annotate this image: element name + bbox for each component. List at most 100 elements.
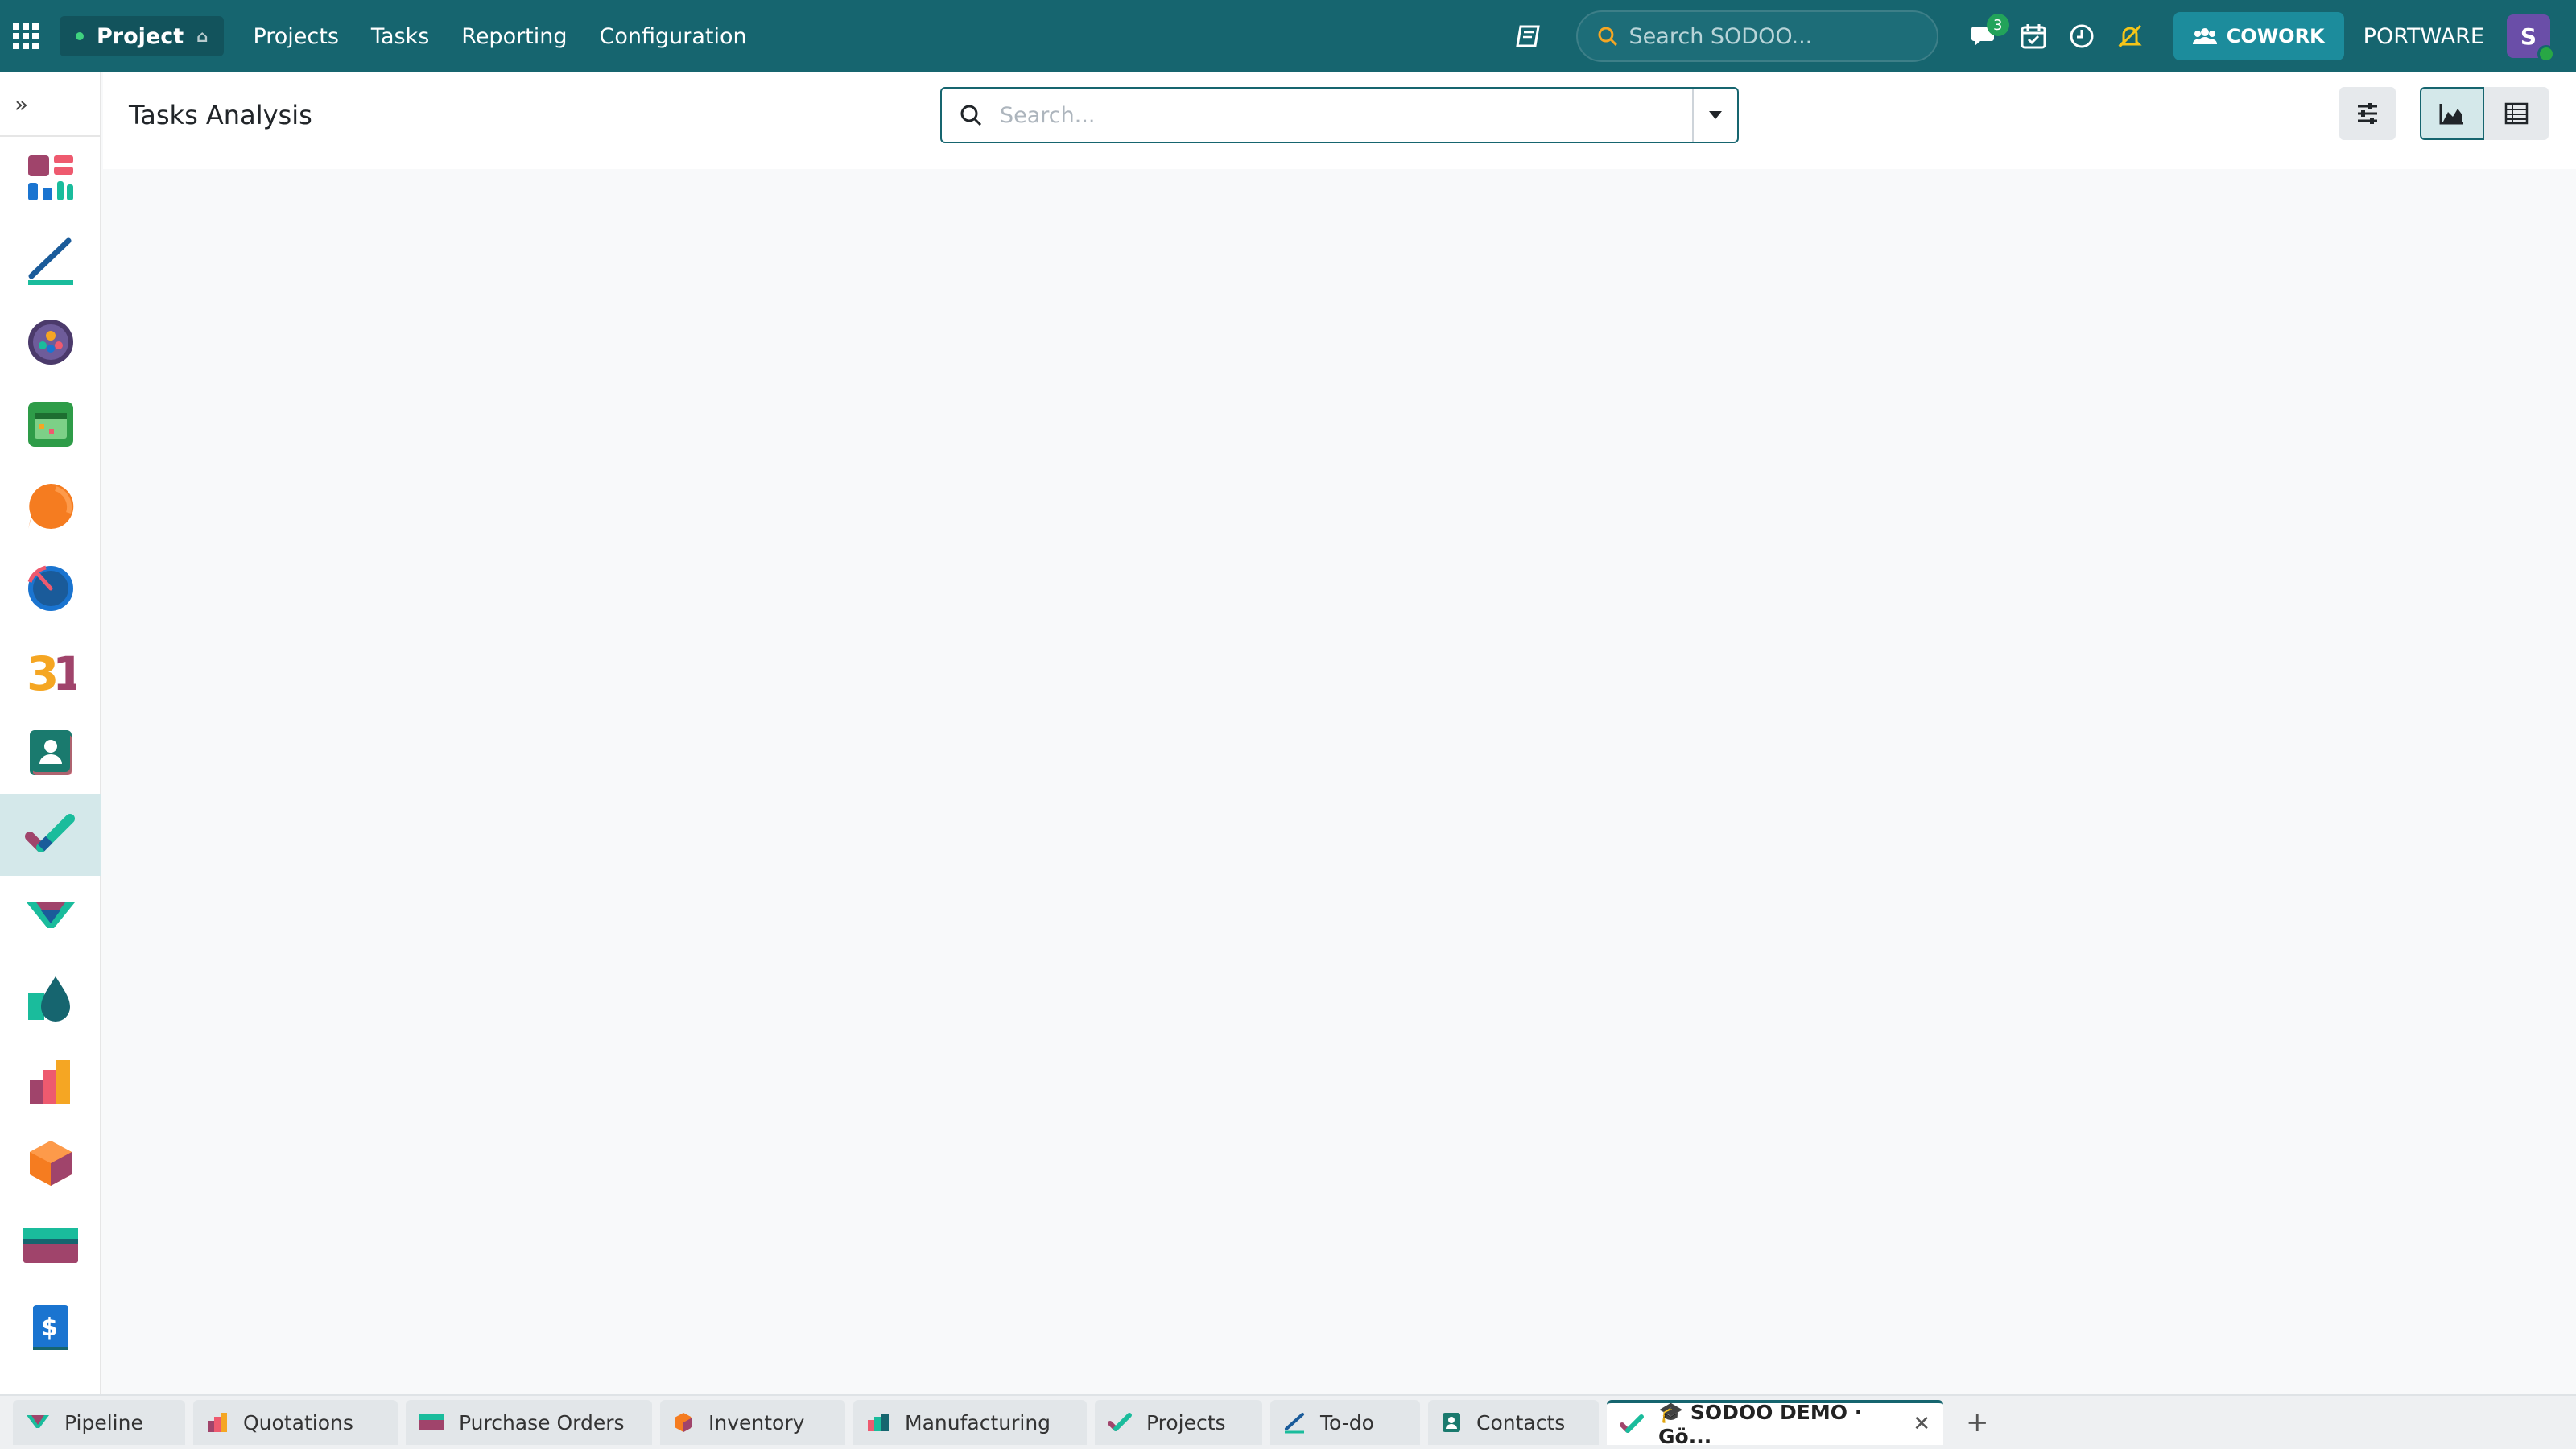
tab-label: Purchase Orders: [459, 1410, 625, 1435]
pivot-view-button[interactable]: [2484, 87, 2549, 140]
tab-contacts[interactable]: Contacts: [1428, 1400, 1599, 1445]
box-icon: [30, 1141, 72, 1186]
sidebar-app-contacts[interactable]: [0, 712, 101, 794]
sidebar-app-inventory[interactable]: [0, 1122, 101, 1204]
graph-view-button[interactable]: [2420, 87, 2484, 140]
close-tab-icon[interactable]: ✕: [1913, 1412, 1930, 1436]
status-dot: [76, 32, 84, 40]
menu-tasks[interactable]: Tasks: [371, 24, 429, 49]
tab-pipeline[interactable]: Pipeline: [13, 1400, 185, 1445]
messages-icon[interactable]: 3: [1961, 12, 2009, 60]
project-icon: [1620, 1413, 1644, 1435]
tab-label: Manufacturing: [905, 1410, 1051, 1435]
tab-projects[interactable]: Projects: [1095, 1400, 1262, 1445]
add-tab-button[interactable]: +: [1966, 1406, 1989, 1439]
crm-people-icon: [28, 320, 73, 365]
tab-purchase-orders[interactable]: Purchase Orders: [406, 1400, 652, 1445]
sidebar-app-pipeline[interactable]: [0, 876, 101, 958]
svg-text:$: $: [41, 1314, 58, 1342]
sidebar-app-manufacturing[interactable]: [0, 1040, 101, 1122]
card-icon: [23, 1228, 78, 1263]
sidebar-app-discuss[interactable]: [0, 465, 101, 547]
tab-label: Inventory: [708, 1410, 805, 1435]
purchase-icon: [419, 1413, 444, 1432]
sidebar-app-accounting[interactable]: [0, 958, 101, 1040]
current-app-name: Project: [97, 23, 184, 49]
tab-quotations[interactable]: Quotations: [193, 1400, 398, 1445]
view-settings-button[interactable]: [2339, 87, 2396, 140]
grid-icon: [13, 23, 39, 49]
dashboards-icon: [28, 155, 73, 200]
clock-icon[interactable]: [2058, 12, 2106, 60]
main-content-area: [103, 169, 2576, 1394]
company-switcher[interactable]: PORTWARE: [2363, 24, 2484, 49]
home-icon: ⌂: [196, 27, 208, 46]
app-sidebar: » 31 $: [0, 72, 101, 1394]
global-search-bar[interactable]: [1575, 10, 1938, 62]
knowledge-book-icon[interactable]: [1505, 12, 1554, 60]
tab-todo[interactable]: To-do: [1270, 1400, 1420, 1445]
todo-icon: [1283, 1411, 1306, 1434]
online-status-dot: [2537, 45, 2555, 63]
sidebar-expand-button[interactable]: »: [0, 72, 100, 137]
search-icon: [942, 104, 1000, 126]
sidebar-app-todo[interactable]: [0, 219, 101, 301]
sidebar-app-invoicing[interactable]: $: [0, 1286, 101, 1368]
project-check-icon: [25, 814, 75, 852]
menu-projects[interactable]: Projects: [253, 24, 338, 49]
invoice-dollar-icon: $: [33, 1305, 68, 1350]
global-search-input[interactable]: [1629, 23, 1918, 49]
search-panel[interactable]: [940, 87, 1739, 143]
quotations-icon: [206, 1411, 229, 1434]
tab-label: Contacts: [1476, 1410, 1566, 1435]
activities-calendar-icon[interactable]: [2009, 12, 2058, 60]
caret-down-icon: [1709, 111, 1722, 119]
svg-text:1: 1: [52, 646, 76, 696]
project-icon: [1108, 1411, 1132, 1434]
user-avatar[interactable]: S: [2507, 14, 2555, 63]
drop-icon: [28, 976, 70, 1022]
sliders-icon: [2358, 103, 2377, 124]
search-icon: [1598, 27, 1617, 46]
messages-badge: 3: [1986, 14, 2009, 36]
sidebar-app-events[interactable]: 31: [0, 630, 101, 712]
sidebar-app-dashboards[interactable]: [0, 137, 101, 219]
search-input[interactable]: [1000, 102, 1692, 128]
discuss-icon: [28, 483, 74, 529]
sidebar-app-crm[interactable]: [0, 301, 101, 383]
todo-pen-icon: [28, 237, 73, 285]
avatar-initial: S: [2520, 23, 2537, 50]
area-chart-icon: [2439, 104, 2463, 125]
contacts-icon: [30, 730, 72, 775]
manufacturing-icon: [866, 1412, 890, 1433]
tab-label: Quotations: [243, 1410, 353, 1435]
pipeline-icon: [26, 1412, 50, 1433]
tab-label: 🎓 SODOO DEMO · Gö...: [1658, 1400, 1863, 1448]
search-options-toggle[interactable]: [1692, 89, 1737, 142]
tab-sodoo-demo-active[interactable]: 🎓 SODOO DEMO · Gö... ✕: [1607, 1400, 1943, 1448]
bar-chart-icon: [30, 1060, 70, 1104]
app-menu-button[interactable]: [0, 0, 52, 72]
table-icon: [2504, 102, 2529, 125]
sidebar-app-purchase[interactable]: [0, 1204, 101, 1286]
current-app-chip[interactable]: Project ⌂: [60, 16, 225, 56]
menu-reporting[interactable]: Reporting: [461, 24, 567, 49]
tab-manufacturing[interactable]: Manufacturing: [853, 1400, 1087, 1445]
sidebar-app-timeoff[interactable]: [0, 547, 101, 630]
pipeline-icon: [27, 902, 75, 928]
top-navbar: Project ⌂ Projects Tasks Reporting Confi…: [0, 0, 2576, 72]
tab-inventory[interactable]: Inventory: [660, 1400, 845, 1445]
calendar-icon: [28, 402, 73, 447]
sidebar-app-project[interactable]: [0, 794, 101, 876]
contacts-icon: [1441, 1411, 1462, 1434]
tab-label: Pipeline: [64, 1410, 143, 1435]
bottom-tab-bar: Pipeline Quotations Purchase Orders Inve…: [0, 1394, 2576, 1449]
menu-configuration[interactable]: Configuration: [600, 24, 747, 49]
bell-muted-icon[interactable]: [2106, 12, 2154, 60]
sidebar-app-calendar[interactable]: [0, 383, 101, 465]
gauge-icon: [27, 565, 73, 611]
tab-label: To-do: [1320, 1410, 1374, 1435]
control-panel: Tasks Analysis: [103, 72, 2576, 169]
cowork-button[interactable]: COWORK: [2173, 12, 2344, 60]
cowork-label: COWORK: [2226, 25, 2325, 47]
